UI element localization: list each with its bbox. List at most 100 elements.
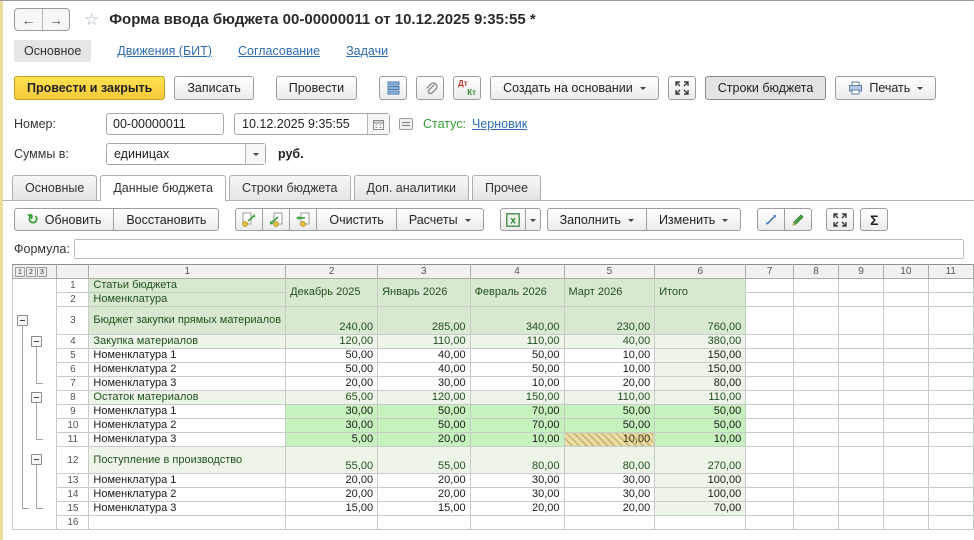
grid-cell-value[interactable]: 30,00 [378,377,470,391]
grid-cell-empty[interactable] [928,349,973,363]
grid-cell-empty[interactable] [839,405,884,419]
grid-cell-value[interactable]: 15,00 [286,502,378,516]
grid-cell-value[interactable]: 55,00 [286,447,378,474]
group-level-button[interactable]: 1 [15,267,25,277]
move-button[interactable] [757,208,785,231]
grid-cell-period[interactable]: Декабрь 2025 [286,279,378,307]
grid-cell-value[interactable]: 10,00 [564,349,655,363]
tab-budget-data[interactable]: Данные бюджета [100,175,226,201]
grid-cell-empty[interactable] [794,474,839,488]
grid-cell-empty[interactable] [928,391,973,405]
grid-cell-label[interactable]: Номенклатура 3 [89,377,286,391]
sum-button[interactable]: Σ [860,208,888,231]
write-button[interactable]: Записать [174,76,253,100]
grid-cell-empty[interactable] [839,516,884,530]
grid-cell-value[interactable]: 240,00 [286,307,378,335]
date-value[interactable]: 10.12.2025 9:35:55 [235,117,367,131]
grid-cell-empty[interactable] [746,363,794,377]
row-number[interactable]: 1 [57,279,89,293]
grid-cell-empty[interactable] [884,419,928,433]
grid-cell-empty[interactable] [746,293,794,307]
grid-cell-empty[interactable] [794,293,839,307]
row-number[interactable]: 10 [57,419,89,433]
grid-cell-label[interactable]: Номенклатура 1 [89,349,286,363]
grid-cell-empty[interactable] [746,349,794,363]
grid-cell-value[interactable]: 50,00 [655,405,746,419]
grid-cell-label[interactable]: Номенклатура 2 [89,363,286,377]
grid-cell-value[interactable]: 50,00 [564,405,655,419]
grid-cell-value[interactable]: 120,00 [378,391,470,405]
column-header[interactable]: 11 [928,265,973,279]
nav-tab-tasks[interactable]: Задачи [346,44,388,58]
grid-cell-empty[interactable] [928,405,973,419]
grid-cell-value[interactable]: 10,00 [564,363,655,377]
grid-cell-empty[interactable] [839,433,884,447]
row-number[interactable]: 11 [57,433,89,447]
grid-cell-value[interactable]: 20,00 [378,488,470,502]
column-header[interactable]: 9 [839,265,884,279]
grid-cell-empty[interactable] [746,474,794,488]
row-number[interactable]: 15 [57,502,89,516]
grid-cell-empty[interactable] [794,405,839,419]
grid-cell-empty[interactable] [746,516,794,530]
column-header[interactable]: 2 [286,265,378,279]
grid-cell-empty[interactable] [746,502,794,516]
grid-cell-value[interactable]: 20,00 [564,377,655,391]
grid-cell-period[interactable]: Март 2026 [564,279,655,307]
grid-cell-empty[interactable] [884,474,928,488]
nav-tab-approval[interactable]: Согласование [238,44,320,58]
column-header[interactable]: 4 [470,265,564,279]
grid-cell-empty[interactable] [839,349,884,363]
change-button[interactable]: Изменить [646,208,741,231]
favorite-star-icon[interactable]: ☆ [84,10,99,30]
grid-cell-empty[interactable] [884,307,928,335]
grid-cell-empty[interactable] [928,377,973,391]
row-number[interactable]: 14 [57,488,89,502]
grid-cell-value[interactable]: 40,00 [378,363,470,377]
grid-cell-empty[interactable] [839,391,884,405]
grid-cell-empty[interactable] [884,293,928,307]
grid-cell-empty[interactable] [928,419,973,433]
grid-cell-value[interactable] [470,516,564,530]
grid-cell-empty[interactable] [928,293,973,307]
row-number[interactable]: 8 [57,391,89,405]
grid-cell-value[interactable]: 40,00 [378,349,470,363]
grid-cell-value[interactable]: 50,00 [470,349,564,363]
grid-cell-empty[interactable] [928,433,973,447]
grid-cell-label[interactable]: Номенклатура 2 [89,419,286,433]
grid-cell-value[interactable]: 110,00 [470,335,564,349]
grid-cell-value[interactable]: 760,00 [655,307,746,335]
back-button[interactable]: ← [15,9,42,30]
grid-cell-empty[interactable] [794,488,839,502]
grid-cell-empty[interactable] [794,516,839,530]
collapse-button[interactable] [31,336,42,347]
grid-cell-period[interactable]: Итого [655,279,746,307]
grid-cell-value[interactable]: 100,00 [655,474,746,488]
post-button[interactable]: Провести [276,76,357,100]
grid-cell-label[interactable]: Номенклатура 3 [89,502,286,516]
grid-cell-value[interactable]: 50,00 [470,363,564,377]
grid-cell-empty[interactable] [839,279,884,293]
grid-cell-value[interactable]: 150,00 [655,349,746,363]
tab-extra-analytics[interactable]: Доп. аналитики [354,175,470,200]
grid-cell-value[interactable]: 10,00 [470,433,564,447]
column-header[interactable]: 10 [884,265,928,279]
grid-cell-empty[interactable] [746,447,794,474]
grid-cell-label[interactable] [89,516,286,530]
grid-cell-empty[interactable] [794,349,839,363]
row-number[interactable]: 4 [57,335,89,349]
grid-cell-empty[interactable] [839,293,884,307]
row-number[interactable]: 16 [57,516,89,530]
grid-cell-empty[interactable] [884,516,928,530]
combo-dropdown-button[interactable] [245,144,265,164]
grid-cell-value[interactable]: 50,00 [286,363,378,377]
fullscreen-button[interactable] [668,76,696,100]
row-number[interactable]: 2 [57,293,89,307]
grid-cell-value[interactable]: 285,00 [378,307,470,335]
row-number[interactable]: 6 [57,363,89,377]
grid-cell-value[interactable]: 20,00 [378,433,470,447]
grid-cell-empty[interactable] [928,307,973,335]
grid-cell-value[interactable]: 340,00 [470,307,564,335]
grid-cell-empty[interactable] [884,391,928,405]
grid-cell-label[interactable]: Статьи бюджета [89,279,286,293]
